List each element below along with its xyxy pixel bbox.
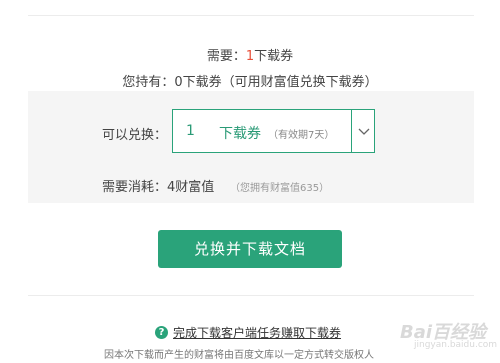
- client-task-link[interactable]: ? 完成下载客户端任务赚取下载券: [155, 324, 341, 341]
- exchange-label: 可以兑换：: [102, 128, 168, 143]
- wealth-balance-note: （您拥有财富值635）: [230, 183, 330, 194]
- validity-note: （有效期7天）: [268, 130, 335, 141]
- question-circle-icon: ?: [155, 326, 168, 339]
- required-suffix: 下载券: [254, 49, 294, 64]
- watermark-sub: jingyan.baidu.com: [414, 340, 498, 350]
- select-divider: [351, 110, 352, 152]
- chevron-down-icon[interactable]: [356, 123, 372, 139]
- select-quantity: 1: [186, 123, 195, 139]
- copyright-note: 因本次下载而产生的财富将由百度文库以一定方式转交版权人: [104, 350, 374, 361]
- select-unit: 下载券: [219, 126, 261, 142]
- required-count: 1: [245, 49, 255, 64]
- watermark: Bai百经验 jingyan.baidu.com: [384, 318, 498, 358]
- top-divider: [28, 15, 474, 16]
- required-coupons: 需要：1下载券: [0, 45, 500, 64]
- exchange-download-button[interactable]: 兑换并下载文档: [158, 230, 342, 268]
- held-coupons: 您持有：0下载券（可用财富值兑换下载券）: [122, 75, 378, 90]
- client-task-label: 完成下载客户端任务赚取下载券: [173, 326, 342, 340]
- consume-label: 需要消耗：4财富值: [102, 180, 215, 195]
- bottom-divider: [28, 295, 474, 296]
- required-prefix: 需要：: [206, 49, 246, 64]
- coupon-quantity-select[interactable]: 1 下载券 （有效期7天）: [172, 109, 375, 153]
